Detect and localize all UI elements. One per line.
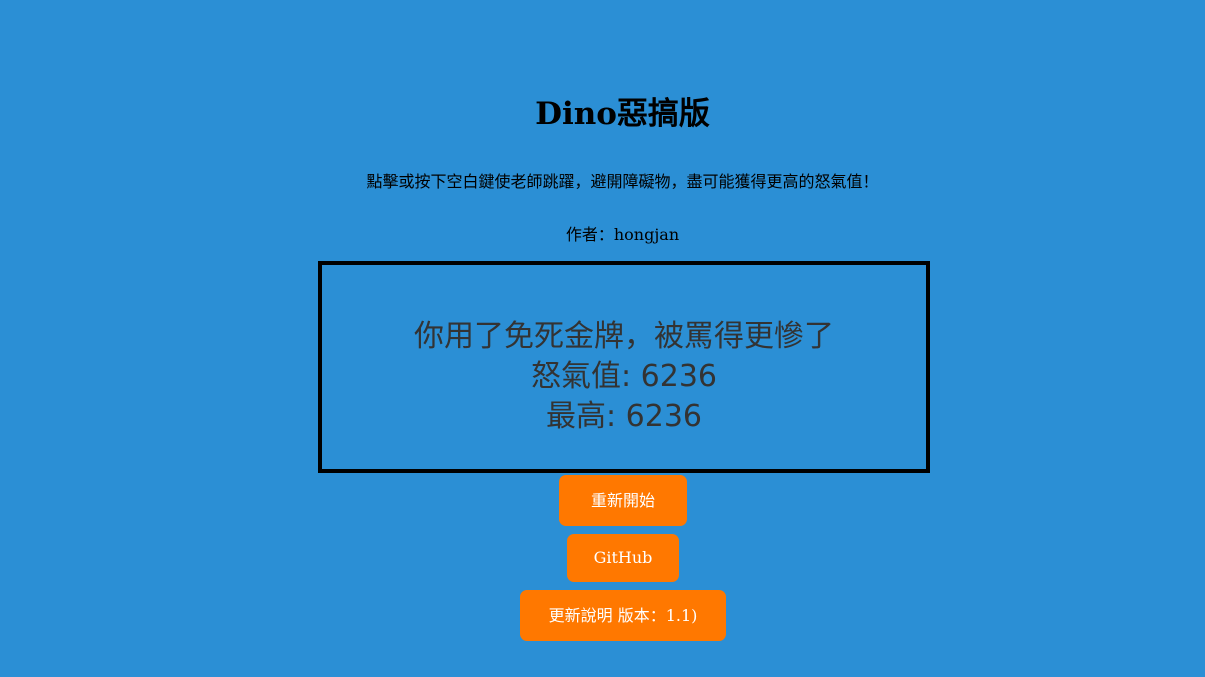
github-button[interactable]: GitHub (567, 534, 679, 582)
score-display: 怒氣值: 6236 (531, 359, 717, 394)
author-text: 作者：hongjan (565, 225, 680, 244)
restart-button[interactable]: 重新開始 (559, 475, 687, 526)
game-canvas[interactable]: 你用了免死金牌，被罵得更慘了 怒氣值: 6236 最高: 6236 (318, 261, 930, 473)
page-title: Dino惡搞版 (535, 96, 710, 132)
game-over-message: 你用了免死金牌，被罵得更慘了 (414, 319, 834, 354)
game-over-panel: 你用了免死金牌，被罵得更慘了 怒氣值: 6236 最高: 6236 (322, 317, 926, 437)
instructions-text: 點擊或按下空白鍵使老師跳躍，避開障礙物，盡可能獲得更高的怒氣值！ (366, 172, 879, 191)
high-score-display: 最高: 6236 (546, 399, 702, 434)
changelog-button[interactable]: 更新說明 版本：1.1) (520, 590, 726, 641)
